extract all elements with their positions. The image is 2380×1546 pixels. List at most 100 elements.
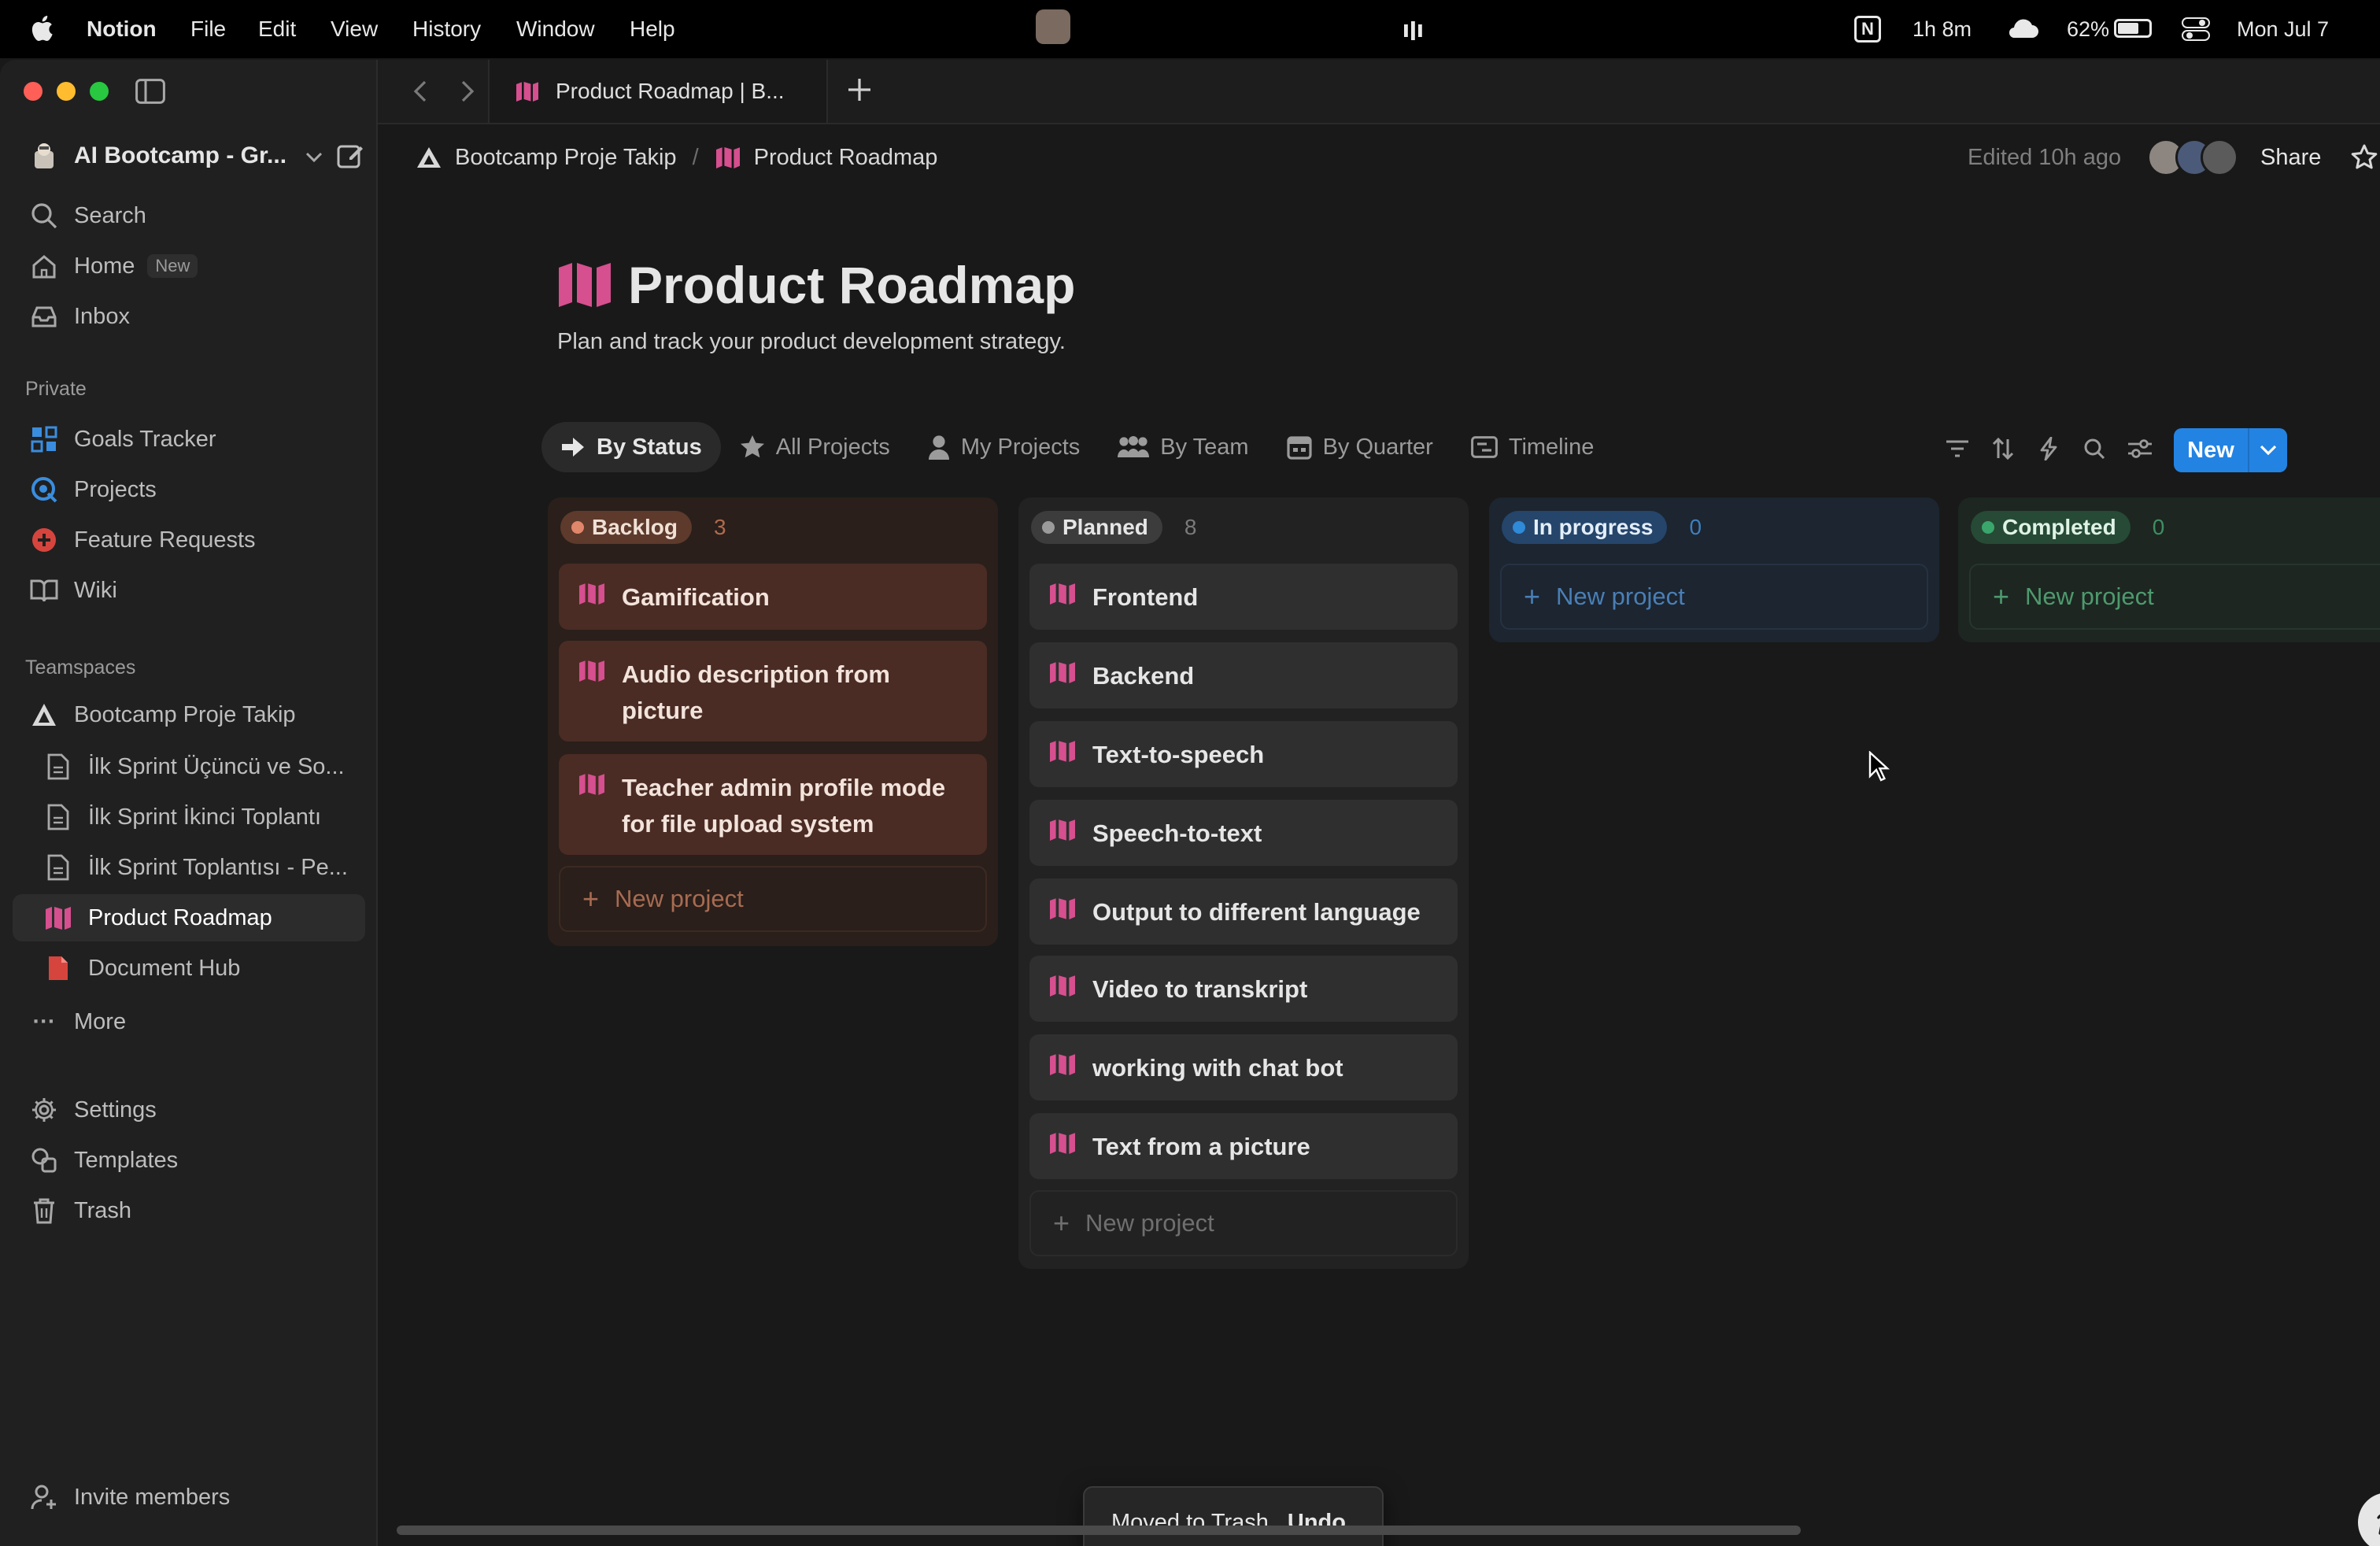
breadcrumb-teamspace[interactable]: Bootcamp Proje Takip (455, 145, 677, 171)
tab-label: My Projects (960, 434, 1081, 460)
sidebar-teamspace-bootcamp[interactable]: Bootcamp Proje Takip (13, 691, 365, 738)
card-speech-to-text[interactable]: Speech-to-text (1029, 800, 1458, 866)
sidebar-item-wiki[interactable]: Wiki (13, 567, 365, 614)
card-teacher-admin[interactable]: Teacher admin profile mode for file uplo… (559, 754, 987, 855)
card-text-to-speech[interactable]: Text-to-speech (1029, 721, 1458, 787)
column-header[interactable]: Completed 0 (1971, 510, 2164, 545)
new-button-label[interactable]: New (2174, 428, 2249, 472)
card-backend[interactable]: Backend (1029, 642, 1458, 708)
roadmap-icon (1048, 1129, 1083, 1163)
tab-all-projects[interactable]: All Projects (721, 422, 909, 472)
battery-icon[interactable] (2114, 19, 2152, 38)
new-project-button[interactable]: + New project (1500, 564, 1928, 630)
menu-app-name[interactable]: Notion (87, 0, 157, 58)
filter-icon[interactable] (1935, 431, 1980, 466)
column-count: 3 (713, 515, 726, 539)
card-output-language[interactable]: Output to different language (1029, 878, 1458, 945)
sidebar-item-settings[interactable]: Settings (13, 1086, 365, 1134)
sidebar-item-sprint-3[interactable]: İlk Sprint Üçüncü ve So... (13, 743, 365, 790)
new-project-button[interactable]: + New project (559, 866, 987, 932)
sidebar-item-goals-tracker[interactable]: Goals Tracker (13, 416, 365, 463)
minimize-window-button[interactable] (57, 82, 76, 101)
card-video-transkript[interactable]: Video to transkript (1029, 956, 1458, 1022)
card-gamification[interactable]: Gamification (559, 564, 987, 630)
board-column-planned: Planned 8 Frontend Backend Text-to-speec… (1018, 497, 1469, 1269)
menubar-audio-icon[interactable] (1404, 17, 1423, 40)
column-header[interactable]: Planned 8 (1031, 510, 1197, 545)
tab-by-status[interactable]: By Status (541, 422, 721, 472)
tab-my-projects[interactable]: My Projects (909, 422, 1099, 472)
sidebar-item-trash[interactable]: Trash (13, 1187, 365, 1234)
column-header[interactable]: In progress 0 (1502, 510, 1702, 545)
tab-by-team[interactable]: By Team (1099, 422, 1267, 472)
star-icon[interactable] (2350, 143, 2378, 178)
menu-edit[interactable]: Edit (258, 0, 296, 58)
card-audio-description[interactable]: Audio description from picture (559, 641, 987, 742)
menu-history[interactable]: History (412, 0, 481, 58)
menu-window[interactable]: Window (516, 0, 595, 58)
tab-title: Product Roadmap | B... (556, 79, 785, 103)
teamspaces-section-label[interactable]: Teamspaces (25, 656, 135, 679)
team-icon (1118, 435, 1150, 459)
sidebar-item-projects[interactable]: Projects (13, 466, 365, 513)
page-title-text[interactable]: Product Roadmap (628, 255, 1075, 315)
tab-product-roadmap[interactable]: Product Roadmap | B... (488, 60, 828, 123)
sidebar-item-inbox[interactable]: Inbox (13, 293, 365, 340)
forward-arrow-icon[interactable] (460, 79, 475, 110)
card-frontend[interactable]: Frontend (1029, 564, 1458, 630)
page-description[interactable]: Plan and track your product development … (557, 329, 1066, 355)
column-header[interactable]: Backlog 3 (560, 510, 726, 545)
sidebar-item-sprint-2[interactable]: İlk Sprint İkinci Toplantı (13, 793, 365, 841)
breadcrumb-page[interactable]: Product Roadmap (754, 145, 938, 171)
menu-view[interactable]: View (331, 0, 378, 58)
sidebar-item-home[interactable]: Home New (13, 242, 365, 290)
sidebar-item-more[interactable]: ··· More (13, 998, 365, 1045)
sidebar-item-feature-requests[interactable]: Feature Requests (13, 516, 365, 564)
share-button[interactable]: Share (2260, 139, 2321, 176)
new-record-button[interactable]: New (2174, 428, 2287, 472)
card-text-from-picture[interactable]: Text from a picture (1029, 1113, 1458, 1179)
menubar-datetime[interactable]: Mon Jul 7 12:31 AM (2237, 0, 2380, 99)
chevron-down-icon[interactable] (305, 143, 323, 169)
settings-sliders-icon[interactable] (2117, 431, 2163, 466)
control-center-icon[interactable] (2182, 17, 2210, 47)
ai-assistant-button[interactable] (2358, 1492, 2380, 1546)
new-page-icon[interactable] (337, 142, 365, 176)
new-project-button[interactable]: + New project (1969, 564, 2380, 630)
new-project-button[interactable]: + New project (1029, 1190, 1458, 1256)
zoom-window-button[interactable] (90, 82, 109, 101)
tab-by-quarter[interactable]: By Quarter (1268, 422, 1452, 472)
sidebar-item-product-roadmap[interactable]: Product Roadmap (13, 894, 365, 941)
invite-members-button[interactable]: Invite members (13, 1474, 365, 1521)
sidebar-item-document-hub[interactable]: Document Hub (13, 945, 365, 992)
sidebar-item-sprint-1[interactable]: İlk Sprint Toplantısı - Pe... (13, 844, 365, 891)
search-icon[interactable] (2071, 431, 2117, 466)
horizontal-scrollbar[interactable] (397, 1526, 1801, 1535)
menubar-cloud-icon[interactable] (2005, 16, 2040, 47)
sidebar-item-templates[interactable]: Templates (13, 1137, 365, 1184)
menu-file[interactable]: File (190, 0, 226, 58)
sidebar-item-label: İlk Sprint Üçüncü ve So... (88, 753, 345, 779)
back-arrow-icon[interactable] (412, 79, 428, 110)
chevron-down-icon[interactable] (2249, 428, 2287, 472)
automation-lightning-icon[interactable] (2026, 431, 2071, 466)
tab-timeline[interactable]: Timeline (1452, 422, 1613, 472)
notion-status-icon[interactable]: N (1854, 16, 1881, 43)
collaborator-avatars[interactable] (2147, 139, 2241, 176)
board-column-backlog: Backlog 3 Gamification Audio description… (548, 497, 998, 946)
menubar-app-thumbnail-icon[interactable] (1036, 9, 1070, 44)
close-window-button[interactable] (24, 82, 42, 101)
workspace-switcher[interactable]: AI Bootcamp - Gr... (13, 132, 365, 179)
roadmap-icon (515, 81, 540, 102)
sort-icon[interactable] (1980, 431, 2026, 466)
sidebar-toggle-icon[interactable] (135, 79, 165, 110)
board-column-completed: Completed 0 + New project (1958, 497, 2380, 642)
apple-logo-icon[interactable] (28, 14, 54, 43)
menu-help[interactable]: Help (630, 0, 675, 58)
plus-icon: + (1053, 1207, 1070, 1239)
card-chat-bot[interactable]: working with chat bot (1029, 1034, 1458, 1100)
private-section-label[interactable]: Private (25, 378, 87, 401)
menubar-timer[interactable]: 1h 8m (1913, 0, 1972, 58)
new-tab-plus-icon[interactable] (847, 77, 872, 109)
sidebar-item-search[interactable]: Search (13, 192, 365, 239)
